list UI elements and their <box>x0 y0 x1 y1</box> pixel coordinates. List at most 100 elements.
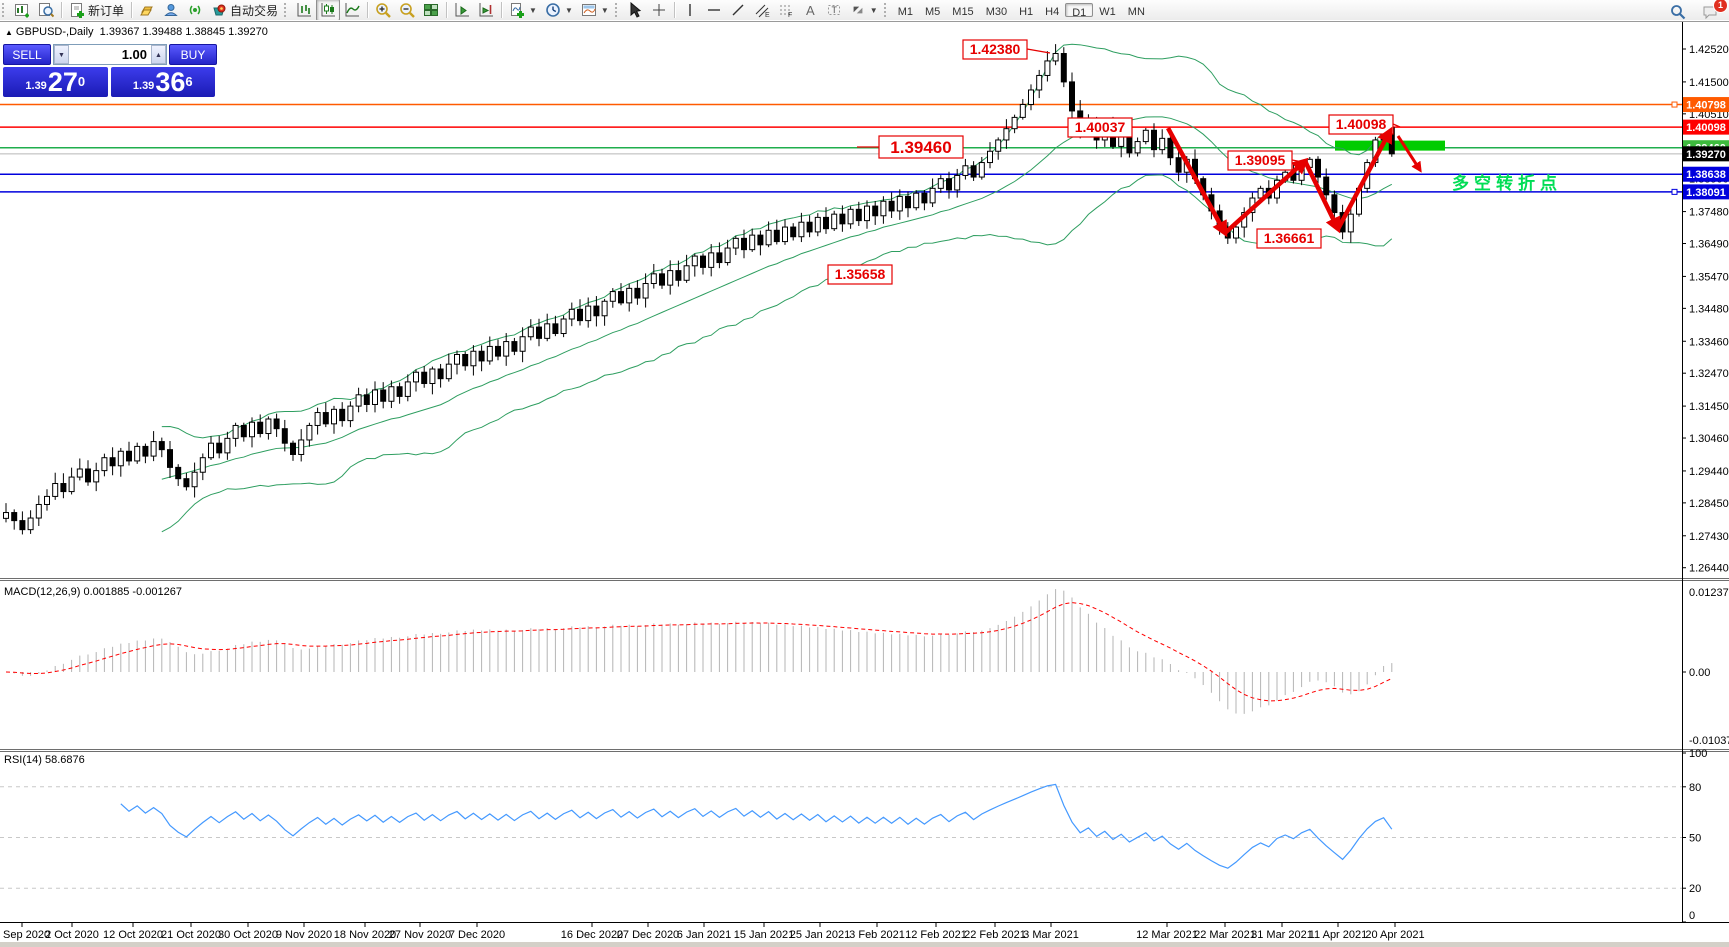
autotrading-icon <box>211 2 227 18</box>
chart-shift-icon <box>478 2 494 18</box>
auto-scroll-button[interactable] <box>450 0 474 21</box>
chat-notification-badge: 1 <box>1713 0 1728 13</box>
svg-text:1.38091: 1.38091 <box>1686 187 1726 199</box>
trendline-tool-button[interactable] <box>726 0 750 21</box>
volume-decrease-button[interactable]: ▼ <box>54 45 69 64</box>
buy-button[interactable]: BUY <box>169 44 217 65</box>
price-tick: 1.26440 <box>1689 563 1729 575</box>
annotation-text: 1.36661 <box>1264 230 1315 246</box>
date-tick: 3 Feb 2021 <box>849 929 905 941</box>
crosshair-tool-button[interactable] <box>647 0 671 21</box>
profiles-button[interactable] <box>34 0 58 21</box>
timeframe-h4-button[interactable]: H4 <box>1039 3 1065 18</box>
market-button[interactable] <box>135 0 159 21</box>
svg-text:F: F <box>788 12 792 18</box>
chart-area[interactable]: 1.425201.415001.405101.385001.374801.364… <box>0 20 1729 942</box>
arrows-icon <box>850 2 866 18</box>
date-tick: 21 Oct 2020 <box>161 929 221 941</box>
new-chart-button[interactable] <box>10 0 34 21</box>
bar-chart-mode-button[interactable] <box>292 0 316 21</box>
svg-text:T: T <box>831 5 837 15</box>
text-tool-button[interactable]: A <box>798 0 822 21</box>
price-tick: 1.37480 <box>1689 207 1729 219</box>
vertical-line-tool-button[interactable] <box>678 0 702 21</box>
timeframe-m5-button[interactable]: M5 <box>919 3 946 18</box>
svg-text:-0.010374: -0.010374 <box>1689 735 1729 747</box>
templates-button[interactable]: ▼ <box>577 0 613 21</box>
date-tick: 16 Dec 2020 <box>561 929 623 941</box>
collapse-panel-icon[interactable]: ▲ <box>5 28 13 37</box>
date-tick: 31 Mar 2021 <box>1251 929 1313 941</box>
zoom-out-button[interactable] <box>395 0 419 21</box>
svg-text:100: 100 <box>1689 748 1707 760</box>
sell-price-big: 27 <box>47 67 78 97</box>
signals-button[interactable] <box>183 0 207 21</box>
date-tick: 9 Nov 2020 <box>276 929 332 941</box>
volume-increase-button[interactable]: ▲ <box>151 45 166 64</box>
date-tick: 3 Mar 2021 <box>1023 929 1079 941</box>
timeframe-d1-button[interactable]: D1 <box>1065 3 1094 19</box>
timeframe-h1-button[interactable]: H1 <box>1013 3 1039 18</box>
timeframe-w1-button[interactable]: W1 <box>1093 3 1122 18</box>
add-indicator-icon <box>509 2 525 18</box>
signals-icon <box>187 2 203 18</box>
text-label-tool-button[interactable]: T <box>822 0 846 21</box>
volume-input[interactable] <box>69 45 151 64</box>
price-tick: 1.30460 <box>1689 433 1729 445</box>
sell-price-display[interactable]: 1.39 27 0 <box>3 67 108 97</box>
buy-price-display[interactable]: 1.39 36 6 <box>110 67 215 97</box>
autotrading-button[interactable]: 自动交易 <box>207 0 282 21</box>
svg-text:1.38638: 1.38638 <box>1686 169 1726 181</box>
search-icon <box>1670 4 1686 20</box>
new-order-icon <box>69 2 85 18</box>
fibonacci-tool-button[interactable]: F <box>774 0 798 21</box>
annotation-text: 1.40098 <box>1336 116 1387 132</box>
community-button[interactable] <box>159 0 183 21</box>
new-order-button[interactable]: 新订单 <box>65 0 128 21</box>
chart-shift-button[interactable] <box>474 0 498 21</box>
trendline-icon <box>730 2 746 18</box>
horizontal-line-tool-button[interactable] <box>702 0 726 21</box>
add-indicator-button[interactable]: ▼ <box>505 0 541 21</box>
date-tick: 25 Jan 2021 <box>790 929 851 941</box>
price-tick: 1.34480 <box>1689 303 1729 315</box>
channel-tool-button[interactable]: E <box>750 0 774 21</box>
svg-text:A: A <box>806 3 815 18</box>
date-tick: 12 Feb 2021 <box>905 929 967 941</box>
annotation-text: 1.35658 <box>835 266 886 282</box>
date-tick: 11 Apr 2021 <box>1309 929 1368 941</box>
timeframe-mn-button[interactable]: MN <box>1122 3 1151 18</box>
line-handle <box>1671 188 1678 195</box>
periods-caret: ▼ <box>564 5 573 15</box>
line-chart-mode-button[interactable] <box>340 0 364 21</box>
zoom-out-icon <box>399 2 415 18</box>
svg-text:E: E <box>765 12 770 18</box>
price-tick: 1.29440 <box>1689 466 1729 478</box>
price-tick: 1.35470 <box>1689 271 1729 283</box>
date-tick: 27 Nov 2020 <box>389 929 451 941</box>
timeframe-m30-button[interactable]: M30 <box>980 3 1013 18</box>
svg-text:1.40798: 1.40798 <box>1686 100 1726 112</box>
arrows-caret: ▼ <box>869 5 878 15</box>
date-tick: 30 Oct 2020 <box>218 929 278 941</box>
note-text[interactable]: 多空转折点 <box>1452 173 1562 193</box>
cursor-icon <box>627 2 643 18</box>
sell-button[interactable]: SELL <box>3 44 51 65</box>
candlestick-mode-button[interactable] <box>316 0 341 21</box>
add-indicator-caret: ▼ <box>529 5 537 15</box>
line-chart-icon <box>344 2 360 18</box>
cursor-tool-button[interactable] <box>623 0 647 21</box>
arrows-tool-button[interactable]: ▼ <box>846 0 882 21</box>
main-toolbar: 新订单 自动交易 ▼ ▼ ▼ E F A T ▼ M1 M5 M15 M30 H… <box>0 0 1729 21</box>
candlestick-icon <box>320 2 336 18</box>
line-handle <box>1671 101 1678 108</box>
date-tick: 22 Mar 2021 <box>1194 929 1256 941</box>
zoom-in-button[interactable] <box>371 0 395 21</box>
tile-windows-button[interactable] <box>419 0 443 21</box>
templates-caret: ▼ <box>600 5 609 15</box>
periods-button[interactable]: ▼ <box>541 0 577 21</box>
timeframe-m15-button[interactable]: M15 <box>946 3 979 18</box>
toolbar-grip[interactable] <box>2 3 8 17</box>
timeframe-m1-button[interactable]: M1 <box>892 3 919 18</box>
svg-text:50: 50 <box>1689 833 1701 845</box>
